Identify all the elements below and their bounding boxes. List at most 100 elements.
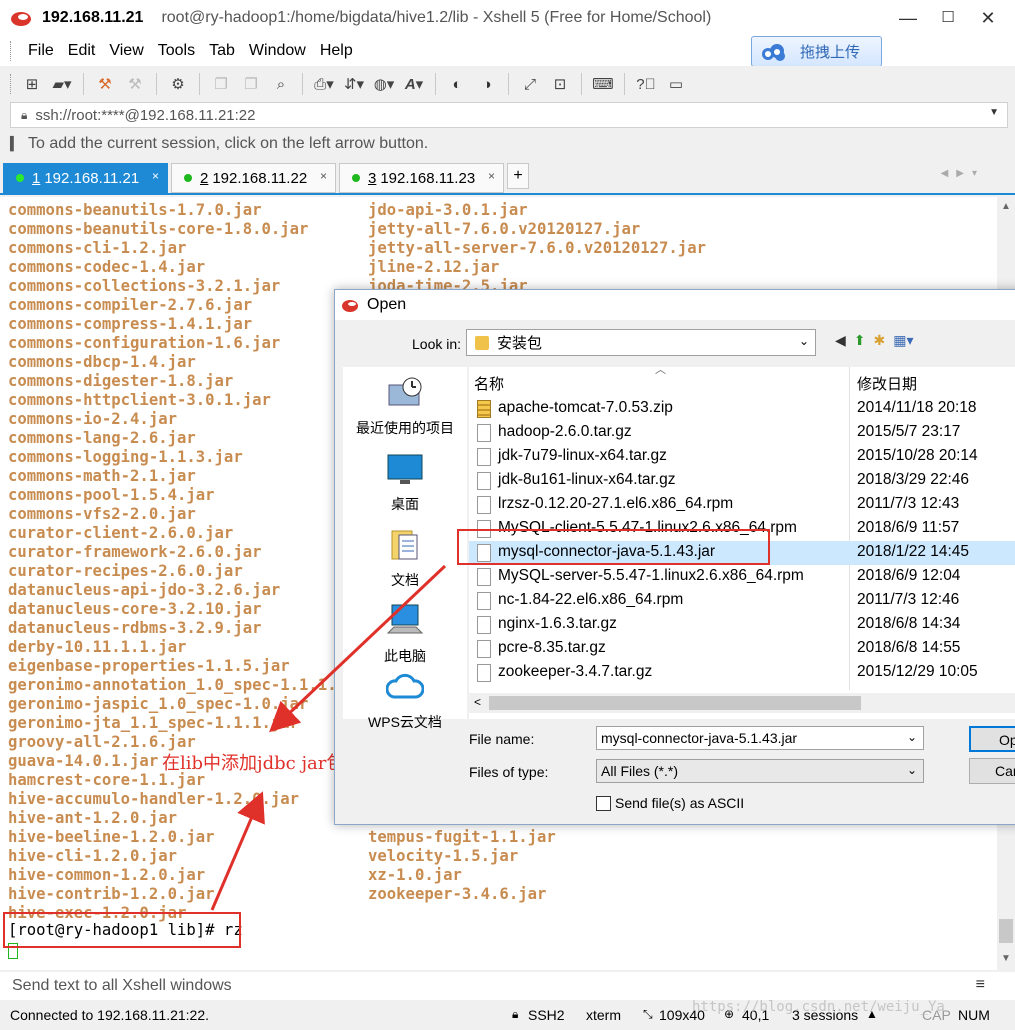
keyboard-icon[interactable]: ⌨	[592, 73, 614, 95]
scroll-down-icon[interactable]: ▼	[1001, 953, 1011, 964]
xmanager-icon[interactable]: ◑	[476, 73, 498, 95]
new-session-icon[interactable]: ⊞	[21, 73, 43, 95]
dialog-title: Open	[367, 296, 407, 313]
xshell-logo-icon	[342, 300, 358, 312]
send-to-all-bar[interactable]: Send text to all Xshell windows ≡	[0, 972, 1015, 1000]
terminal-line: commons-logging-1.1.3.jar	[8, 448, 243, 466]
look-in-label: Look in:	[412, 336, 462, 352]
print-icon[interactable]: ⎙▾	[313, 73, 335, 95]
xftp-icon[interactable]: ◐	[446, 73, 468, 95]
globe-icon[interactable]: ◍▾	[373, 73, 395, 95]
scroll-up-icon[interactable]: ▲	[1001, 201, 1011, 212]
open-folder-icon[interactable]: ▰▾	[51, 73, 73, 95]
menu-tools[interactable]: Tools	[151, 42, 202, 60]
transfer-icon[interactable]: ⇵▾	[343, 73, 365, 95]
terminal-line: geronimo-jaspic_1.0_spec-1.0.jar	[8, 695, 309, 713]
file-type-select[interactable]: All Files (*.*) ⌄	[596, 759, 924, 783]
terminal-line: commons-vfs2-2.0.jar	[8, 505, 196, 523]
file-name: MySQL-server-5.5.47-1.linux2.6.x86_64.rp…	[498, 567, 804, 584]
tab-session-1[interactable]: 1 192.168.11.21 ×	[3, 163, 168, 193]
menu-view[interactable]: View	[102, 42, 150, 60]
drag-upload-button[interactable]: 拖拽上传	[751, 36, 882, 67]
file-date: 2018/1/22 14:45	[857, 543, 970, 560]
view-menu-icon[interactable]: ▦▾	[893, 332, 913, 349]
close-button[interactable]: ✕	[976, 6, 1000, 30]
properties-icon[interactable]: ⚙	[167, 73, 189, 95]
file-row[interactable]: zookeeper-3.4.7.tar.gz 2015/12/29 10:05	[469, 661, 1015, 685]
checkbox-box[interactable]	[596, 795, 611, 811]
scrollbar-thumb[interactable]	[999, 919, 1013, 943]
file-name-input[interactable]: mysql-connector-java-5.1.43.jar ⌄	[596, 726, 924, 750]
menu-help[interactable]: Help	[313, 42, 360, 60]
file-date: 2011/7/3 12:43	[857, 495, 960, 512]
disconnect-icon[interactable]: ⚒	[124, 73, 146, 95]
tab-close-icon[interactable]: ×	[152, 169, 159, 183]
menu-edit[interactable]: Edit	[61, 42, 103, 60]
terminal-line: commons-beanutils-core-1.8.0.jar	[8, 220, 309, 238]
up-folder-icon[interactable]: ⬆	[854, 332, 866, 349]
tab-session-2[interactable]: 2 192.168.11.22 ×	[171, 163, 336, 193]
annotation-box-selected-file	[457, 529, 770, 565]
font-icon[interactable]: A▾	[403, 73, 425, 95]
toolbar-separator	[581, 73, 582, 95]
place-documents[interactable]: 文档	[343, 527, 467, 590]
place-wps-cloud[interactable]: WPS云文档	[343, 669, 467, 732]
place-this-pc[interactable]: 此电脑	[343, 603, 467, 666]
back-icon[interactable]: ◀	[835, 332, 846, 349]
fullscreen-icon[interactable]: ⤢	[519, 73, 541, 95]
look-in-select[interactable]: 安装包 ⌄	[466, 329, 816, 356]
scrollbar-thumb[interactable]	[489, 696, 861, 710]
lock-icon[interactable]: ⊡	[549, 73, 571, 95]
column-header-date[interactable]: 修改日期	[857, 373, 917, 394]
open-button[interactable]: Open	[969, 726, 1015, 752]
reconnect-icon[interactable]: ⚒	[94, 73, 116, 95]
file-row[interactable]: apache-tomcat-7.0.53.zip 2014/11/18 20:18	[469, 397, 1015, 421]
place-recent[interactable]: 最近使用的项目	[343, 375, 467, 438]
file-row[interactable]: pcre-8.35.tar.gz 2018/6/8 14:55	[469, 637, 1015, 661]
file-name: lrzsz-0.12.20-27.1.el6.x86_64.rpm	[498, 495, 734, 512]
chevron-down-icon: ⌄	[906, 730, 917, 744]
file-row[interactable]: hadoop-2.6.0.tar.gz 2015/5/7 23:17	[469, 421, 1015, 445]
file-icon	[477, 616, 491, 634]
file-list-hscrollbar[interactable]: <	[469, 693, 1015, 713]
new-tab-button[interactable]: +	[507, 163, 529, 189]
recent-items-icon	[388, 377, 422, 406]
file-row[interactable]: MySQL-server-5.5.47-1.linux2.6.x86_64.rp…	[469, 565, 1015, 589]
dialog-title-bar: Open	[335, 290, 1015, 320]
send-ascii-checkbox[interactable]: Send file(s) as ASCII	[596, 795, 744, 811]
chat-icon[interactable]: ▭	[665, 73, 687, 95]
file-row[interactable]: jdk-8u161-linux-x64.tar.gz 2018/3/29 22:4…	[469, 469, 1015, 493]
menu-tab[interactable]: Tab	[202, 42, 242, 60]
pin-icon[interactable]: ▍	[10, 136, 20, 152]
menu-window[interactable]: Window	[242, 42, 313, 60]
new-folder-icon[interactable]: ✱	[874, 332, 886, 349]
file-row[interactable]: lrzsz-0.12.20-27.1.el6.x86_64.rpm 2011/7/…	[469, 493, 1015, 517]
file-row[interactable]: nc-1.84-22.el6.x86_64.rpm 2011/7/3 12:46	[469, 589, 1015, 613]
minimize-button[interactable]: —	[896, 6, 920, 30]
tab-close-icon[interactable]: ×	[488, 169, 495, 183]
chevron-down-icon: ⌄	[906, 763, 917, 777]
tab-scroll-arrows-icon[interactable]: ◀▶▾	[941, 168, 985, 179]
tab-session-3[interactable]: 3 192.168.11.23 ×	[339, 163, 504, 193]
paste-icon[interactable]: ❐	[240, 73, 262, 95]
scroll-left-icon[interactable]: <	[474, 695, 481, 709]
file-name: nc-1.84-22.el6.x86_64.rpm	[498, 591, 684, 608]
find-icon[interactable]: ⌕	[270, 73, 292, 95]
place-desktop[interactable]: 桌面	[343, 451, 467, 514]
file-row[interactable]: jdk-7u79-linux-x64.tar.gz 2015/10/28 20:1…	[469, 445, 1015, 469]
session-hint-bar: ▍ To add the current session, click on t…	[10, 130, 1010, 158]
tab-close-icon[interactable]: ×	[320, 169, 327, 183]
hamburger-menu-icon[interactable]: ≡	[976, 976, 985, 994]
menu-file[interactable]: File	[21, 42, 61, 60]
address-bar[interactable]: 🔒︎ ssh://root:****@192.168.11.21:22 ▼	[10, 102, 1008, 128]
cancel-button[interactable]: Cancel	[969, 758, 1015, 784]
toolbar-separator	[302, 73, 303, 95]
tab-label: 192.168.11.23	[380, 169, 476, 187]
copy-icon[interactable]: ❐	[210, 73, 232, 95]
help-icon[interactable]: ?⃝	[635, 73, 657, 95]
column-header-name[interactable]: 名称	[474, 373, 504, 394]
terminal-line: hive-common-1.2.0.jar	[8, 866, 206, 884]
maximize-button[interactable]: ☐	[936, 6, 960, 30]
file-row[interactable]: nginx-1.6.3.tar.gz 2018/6/8 14:34	[469, 613, 1015, 637]
chevron-down-icon[interactable]: ▼	[989, 107, 999, 118]
